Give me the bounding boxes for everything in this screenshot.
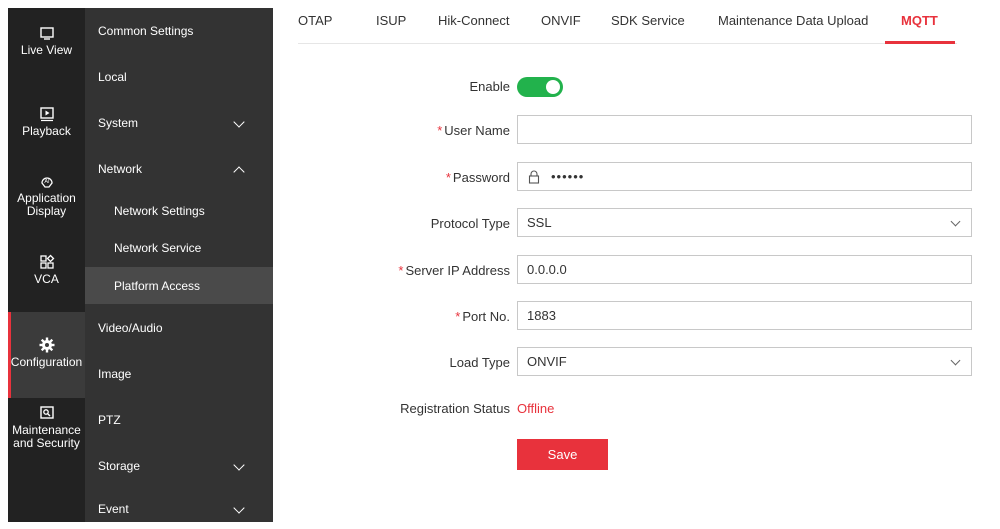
menu-ptz[interactable]: PTZ xyxy=(85,397,273,443)
menu-common-settings[interactable]: Common Settings xyxy=(85,8,273,54)
nav-vca[interactable]: VCA xyxy=(8,253,85,286)
chevron-down-icon xyxy=(233,502,245,514)
menu-label: PTZ xyxy=(98,413,121,427)
live-view-icon xyxy=(39,27,54,40)
server-ip-label: * Server IP Address xyxy=(398,263,510,278)
username-label-text: User Name xyxy=(444,123,510,138)
ai-icon: AI xyxy=(40,177,53,188)
vca-icon xyxy=(39,254,54,269)
load-type-select[interactable]: ONVIF xyxy=(517,347,972,376)
tab-otap[interactable]: OTAP xyxy=(298,13,332,28)
username-label: * User Name xyxy=(437,123,510,138)
nav-application-display[interactable]: AI Application Display xyxy=(8,172,85,218)
protocol-type-value: SSL xyxy=(527,215,552,230)
menu-video-audio[interactable]: Video/Audio xyxy=(85,305,273,351)
menu-system[interactable]: System xyxy=(85,100,273,146)
required-mark: * xyxy=(398,263,404,278)
menu-label: Network Service xyxy=(114,240,202,255)
tabs-divider xyxy=(298,43,957,44)
menu-network-service[interactable]: Network Service xyxy=(85,229,273,266)
password-label-text: Password xyxy=(452,170,510,185)
username-field[interactable] xyxy=(517,115,972,144)
menu-label: Local xyxy=(98,70,127,84)
registration-status-label: Registration Status xyxy=(400,401,510,416)
svg-text:AI: AI xyxy=(44,179,50,185)
tab-hik-connect[interactable]: Hik-Connect xyxy=(438,13,510,28)
protocol-type-select[interactable]: SSL xyxy=(517,208,972,237)
enable-toggle[interactable] xyxy=(517,77,563,97)
enable-label: Enable xyxy=(469,79,510,94)
maintenance-icon xyxy=(39,406,54,419)
config-menu: Common Settings Local System Network Net… xyxy=(85,8,273,522)
chevron-down-icon xyxy=(233,116,245,128)
menu-label: Common Settings xyxy=(98,24,194,38)
menu-label: Event xyxy=(98,502,129,516)
tab-sdk-service[interactable]: SDK Service xyxy=(611,13,685,28)
server-ip-label-text: Server IP Address xyxy=(405,263,510,278)
nav-maintenance[interactable]: Maintenance and Security xyxy=(8,404,85,450)
required-mark: * xyxy=(437,123,443,138)
menu-label: Platform Access xyxy=(114,278,201,293)
lock-icon xyxy=(528,170,540,184)
nav-live-view-label: Live View xyxy=(20,43,73,57)
gear-icon xyxy=(39,337,54,353)
port-label: * Port No. xyxy=(455,309,510,324)
port-label-text: Port No. xyxy=(462,309,510,324)
server-ip-field[interactable]: 0.0.0.0 xyxy=(517,255,972,284)
server-ip-value: 0.0.0.0 xyxy=(527,262,567,277)
required-mark: * xyxy=(455,309,461,324)
nav-playback-label: Playback xyxy=(22,124,71,138)
chevron-down-icon xyxy=(233,459,245,471)
load-type-label: Load Type xyxy=(449,355,510,370)
chevron-up-icon xyxy=(233,166,245,178)
menu-storage[interactable]: Storage xyxy=(85,443,273,489)
nav-playback[interactable]: Playback xyxy=(8,105,85,138)
menu-platform-access[interactable]: Platform Access xyxy=(85,267,273,304)
tab-onvif[interactable]: ONVIF xyxy=(541,13,581,28)
nav-vca-label: VCA xyxy=(34,272,59,286)
nav-application-display-label: Application Display xyxy=(17,191,76,218)
port-value: 1883 xyxy=(527,308,556,323)
menu-label: Storage xyxy=(98,459,141,473)
tab-maintenance-data-upload[interactable]: Maintenance Data Upload xyxy=(718,13,868,28)
menu-local[interactable]: Local xyxy=(85,54,273,100)
active-tab-indicator xyxy=(885,41,955,44)
password-field[interactable]: •••••• xyxy=(517,162,972,191)
load-type-value: ONVIF xyxy=(527,354,567,369)
main-nav: Live View Playback AI Application Displa… xyxy=(8,8,85,522)
menu-network-settings[interactable]: Network Settings xyxy=(85,192,273,229)
menu-network[interactable]: Network xyxy=(85,146,273,192)
menu-label: Video/Audio xyxy=(98,321,163,335)
nav-live-view[interactable]: Live View xyxy=(8,24,85,57)
registration-status-value: Offline xyxy=(517,401,555,416)
nav-configuration-label: Configuration xyxy=(10,355,83,369)
nav-maintenance-label: Maintenance and Security xyxy=(12,423,81,450)
toggle-knob xyxy=(546,80,560,94)
port-field[interactable]: 1883 xyxy=(517,301,972,330)
protocol-type-label: Protocol Type xyxy=(430,216,510,231)
menu-label: Network xyxy=(98,162,143,176)
menu-label: System xyxy=(98,116,139,130)
password-label: * Password xyxy=(446,170,510,185)
menu-event[interactable]: Event xyxy=(85,489,273,529)
menu-label: Image xyxy=(98,367,132,381)
menu-image[interactable]: Image xyxy=(85,351,273,397)
required-mark: * xyxy=(445,170,451,185)
playback-icon xyxy=(39,107,54,122)
menu-label: Network Settings xyxy=(114,203,205,218)
save-button[interactable]: Save xyxy=(517,439,608,470)
password-value: •••••• xyxy=(551,169,585,184)
nav-configuration[interactable]: Configuration xyxy=(8,312,85,398)
tab-mqtt[interactable]: MQTT xyxy=(901,13,938,28)
tab-isup[interactable]: ISUP xyxy=(376,13,406,28)
